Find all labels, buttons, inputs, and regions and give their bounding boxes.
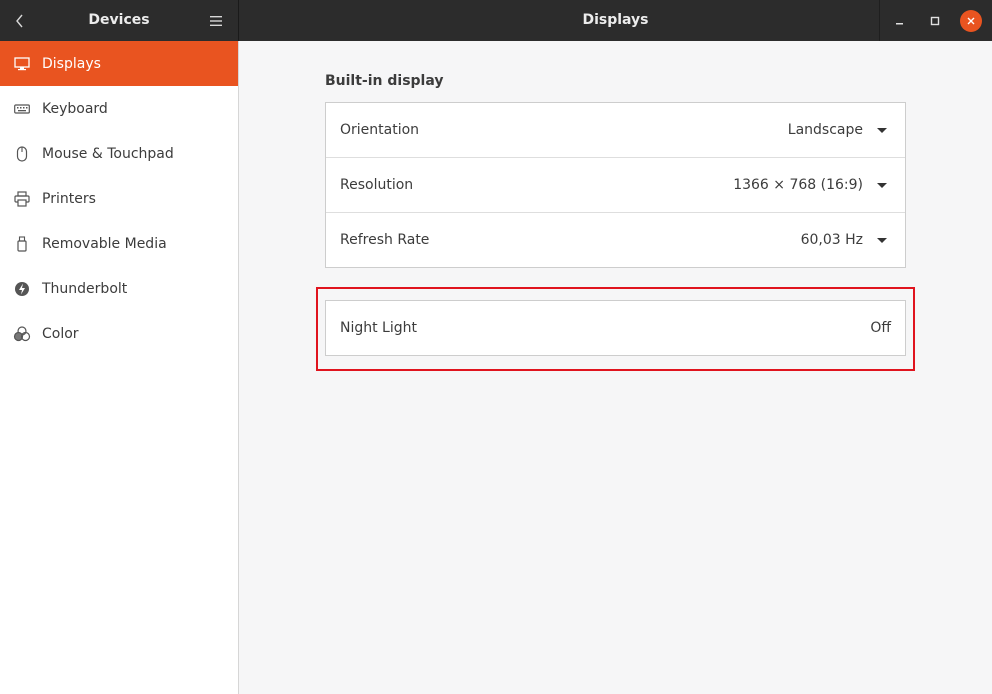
night-light-label: Night Light (340, 320, 417, 336)
display-settings-list: Orientation Landscape Resolution 1366 × … (325, 102, 906, 268)
dropdown-arrow-icon (877, 237, 887, 243)
minimize-button[interactable] (889, 10, 911, 32)
sidebar-item-displays[interactable]: Displays (0, 41, 238, 86)
refresh-rate-row[interactable]: Refresh Rate 60,03 Hz (326, 212, 905, 267)
keyboard-icon (13, 100, 31, 118)
close-icon (967, 17, 975, 25)
hamburger-icon (210, 16, 222, 26)
night-light-list: Night Light Off (325, 300, 906, 356)
sidebar-item-label: Color (42, 325, 79, 342)
resolution-row[interactable]: Resolution 1366 × 768 (16:9) (326, 157, 905, 212)
display-icon (13, 55, 31, 73)
sidebar-item-label: Displays (42, 55, 101, 72)
sidebar-item-label: Printers (42, 190, 96, 207)
refresh-rate-label: Refresh Rate (340, 232, 430, 248)
sidebar-item-mouse-touchpad[interactable]: Mouse & Touchpad (0, 131, 238, 176)
sidebar: Displays Keyboard Mouse & Touchpad Print… (0, 41, 239, 694)
back-button[interactable] (8, 9, 32, 33)
close-button[interactable] (960, 10, 982, 32)
dropdown-arrow-icon (877, 127, 887, 133)
header-divider (879, 0, 880, 41)
resolution-value: 1366 × 768 (16:9) (733, 177, 863, 193)
maximize-icon (930, 16, 940, 26)
sidebar-item-label: Thunderbolt (42, 280, 128, 297)
header-left-panel: Devices (0, 0, 239, 41)
header-left-title: Devices (88, 12, 150, 28)
maximize-button[interactable] (924, 10, 946, 32)
sidebar-item-thunderbolt[interactable]: Thunderbolt (0, 266, 238, 311)
header-bar: Devices Displays (0, 0, 992, 41)
sidebar-item-color[interactable]: Color (0, 311, 238, 356)
dropdown-arrow-icon (877, 182, 887, 188)
refresh-rate-value: 60,03 Hz (800, 232, 863, 248)
sidebar-item-label: Mouse & Touchpad (42, 145, 174, 162)
refresh-rate-dropdown[interactable]: 60,03 Hz (801, 232, 891, 248)
orientation-value: Landscape (787, 122, 863, 138)
section-title: Built-in display (325, 73, 444, 89)
menu-button[interactable] (204, 10, 228, 32)
printer-icon (13, 190, 31, 208)
sidebar-item-label: Removable Media (42, 235, 167, 252)
chevron-left-icon (16, 14, 23, 28)
displays-panel: Built-in display Orientation Landscape R… (239, 41, 992, 694)
usb-drive-icon (13, 235, 31, 253)
settings-window: Devices Displays Displays Keyboard Mouse… (0, 0, 992, 694)
sidebar-item-printers[interactable]: Printers (0, 176, 238, 221)
night-light-row[interactable]: Night Light Off (326, 301, 905, 355)
color-icon (13, 325, 31, 343)
orientation-dropdown[interactable]: Landscape (788, 122, 891, 138)
mouse-icon (13, 145, 31, 163)
minimize-icon (896, 23, 903, 25)
sidebar-item-label: Keyboard (42, 100, 108, 117)
resolution-dropdown[interactable]: 1366 × 768 (16:9) (733, 177, 891, 193)
thunderbolt-icon (13, 280, 31, 298)
orientation-row[interactable]: Orientation Landscape (326, 103, 905, 157)
resolution-label: Resolution (340, 177, 414, 193)
sidebar-item-keyboard[interactable]: Keyboard (0, 86, 238, 131)
night-light-status: Off (870, 320, 891, 336)
orientation-label: Orientation (340, 122, 420, 138)
sidebar-item-removable-media[interactable]: Removable Media (0, 221, 238, 266)
